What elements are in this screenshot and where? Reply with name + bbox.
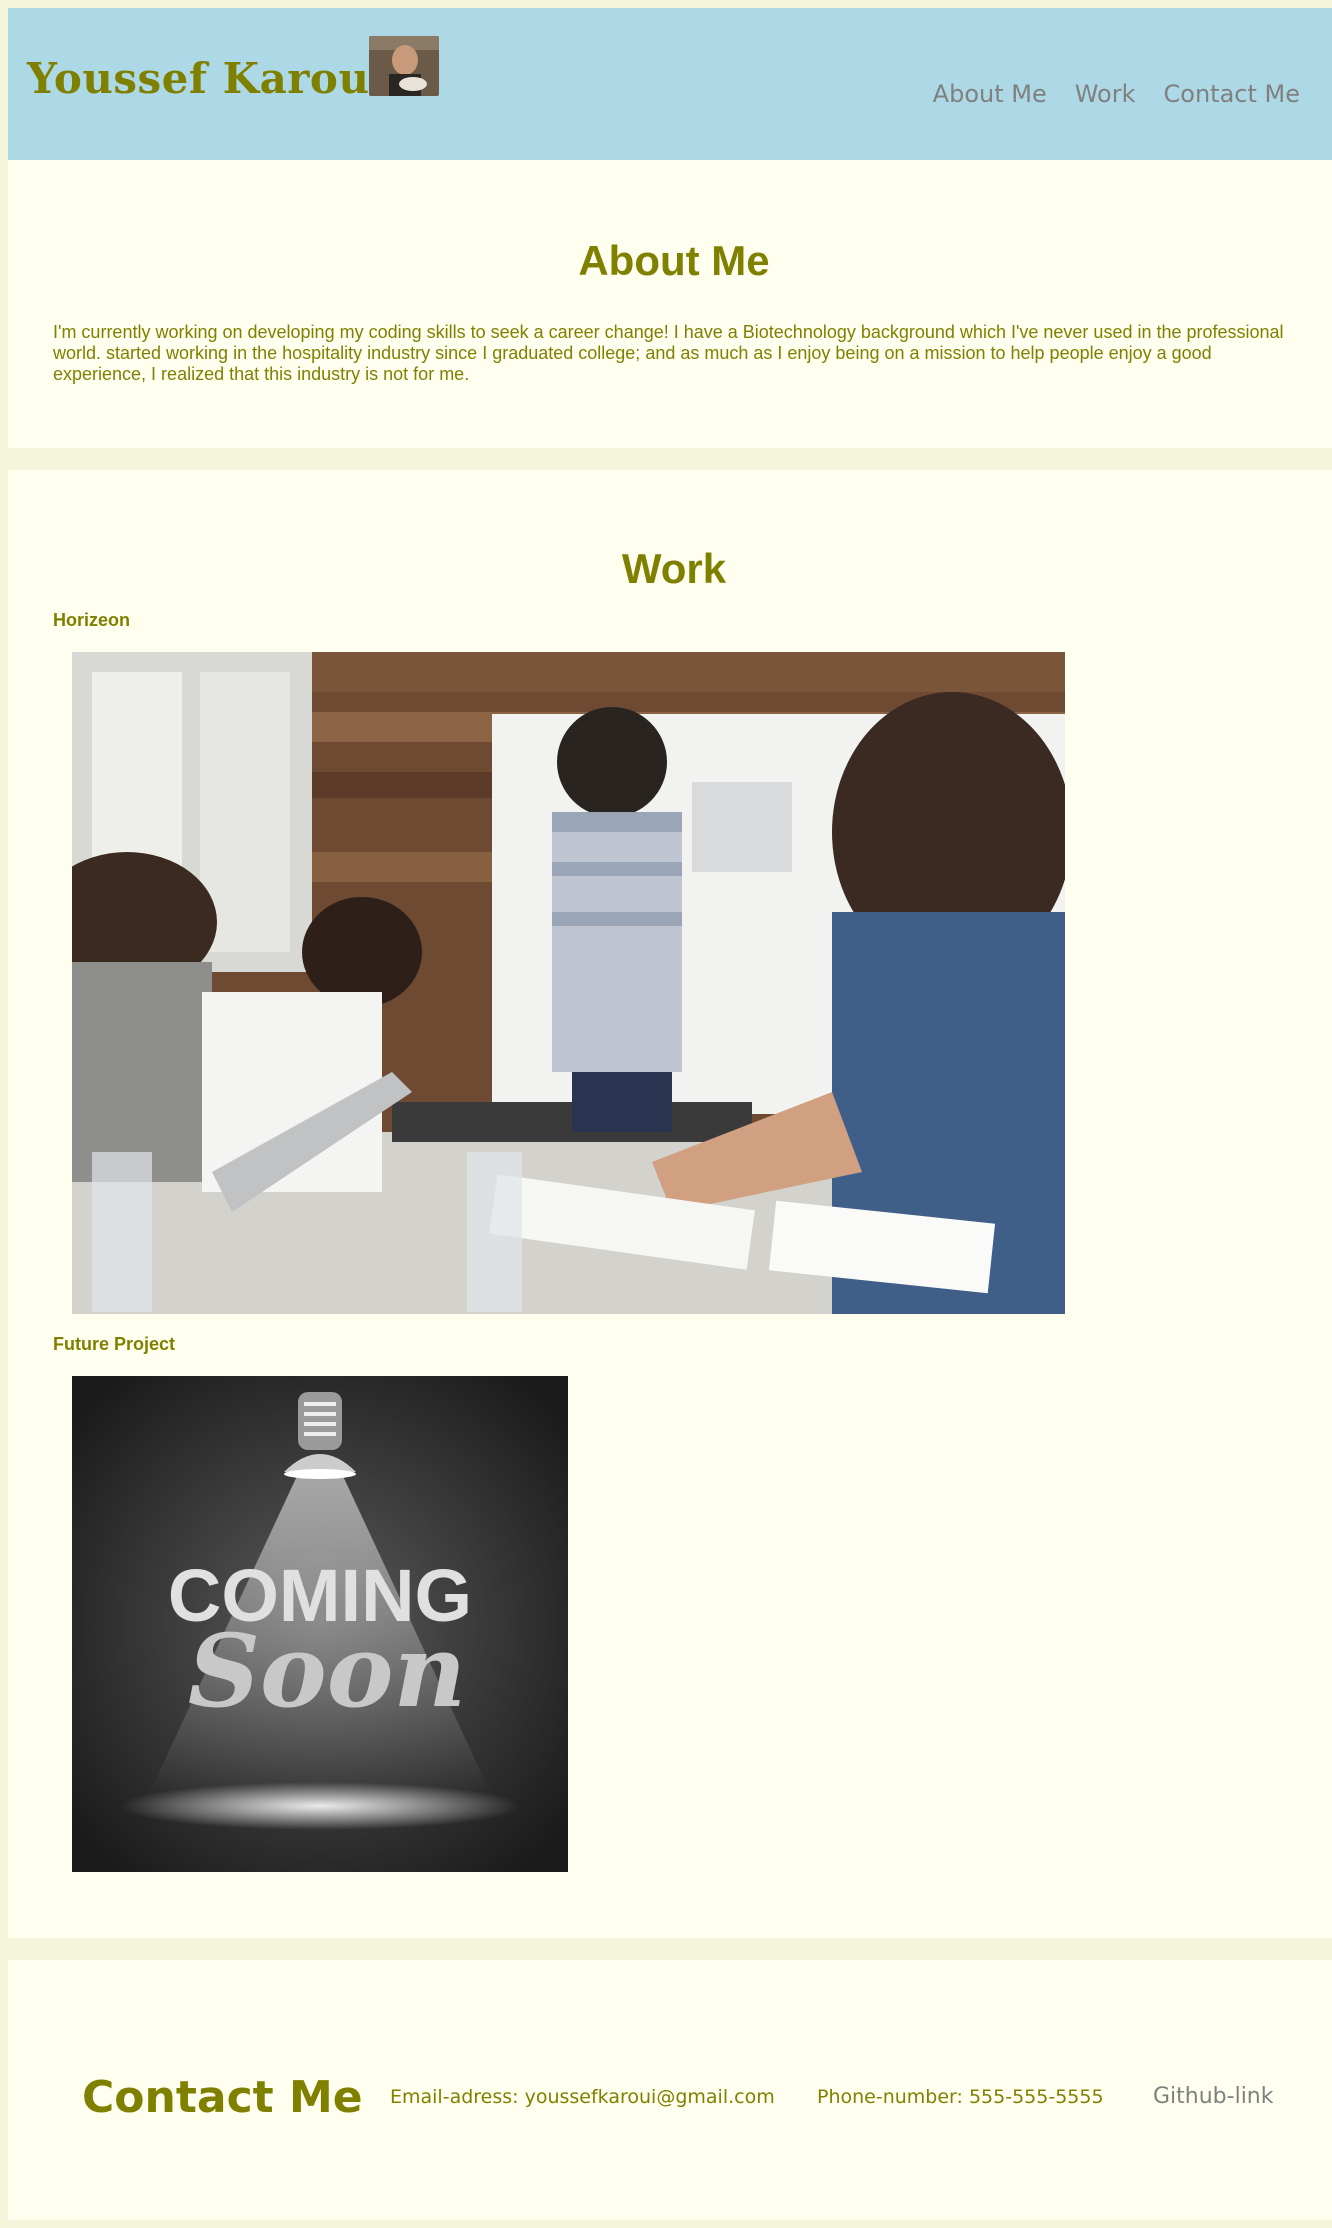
about-title: About Me — [578, 237, 770, 284]
nav-work[interactable]: Work — [1075, 80, 1136, 108]
soon-text: Soon — [188, 1612, 466, 1730]
about-text: I'm currently working on developing my c… — [53, 322, 1284, 384]
horizeon-project-image[interactable] — [72, 652, 1065, 1314]
contact-phone: Phone-number: 555-555-5555 — [817, 2086, 1104, 2108]
github-link[interactable]: Github-link — [1153, 2084, 1273, 2109]
about-section: About Me I'm currently working on develo… — [8, 160, 1332, 448]
contact-email: Email-adress: youssefkaroui@gmail.com — [390, 2086, 775, 2108]
work-title: Work — [621, 545, 727, 592]
work-section: Work Horizeon Future Project COMING Soon — [8, 470, 1332, 1938]
project-title-future: Future Project — [53, 1334, 176, 1354]
project-title-horizeon: Horizeon — [53, 610, 131, 630]
nav-about-me[interactable]: About Me — [933, 80, 1047, 108]
nav-contact-me[interactable]: Contact Me — [1164, 80, 1300, 108]
contact-section: Contact Me Email-adress: youssefkaroui@g… — [8, 1960, 1332, 2220]
main-nav: About Me Work Contact Me — [933, 80, 1300, 108]
site-title: Youssef Karoui — [27, 54, 386, 103]
contact-title: Contact Me — [82, 2072, 363, 2123]
avatar — [369, 36, 439, 96]
site-header: Youssef Karoui About Me Work Contact Me — [8, 8, 1332, 160]
future-project-image[interactable]: COMING Soon — [72, 1376, 568, 1872]
